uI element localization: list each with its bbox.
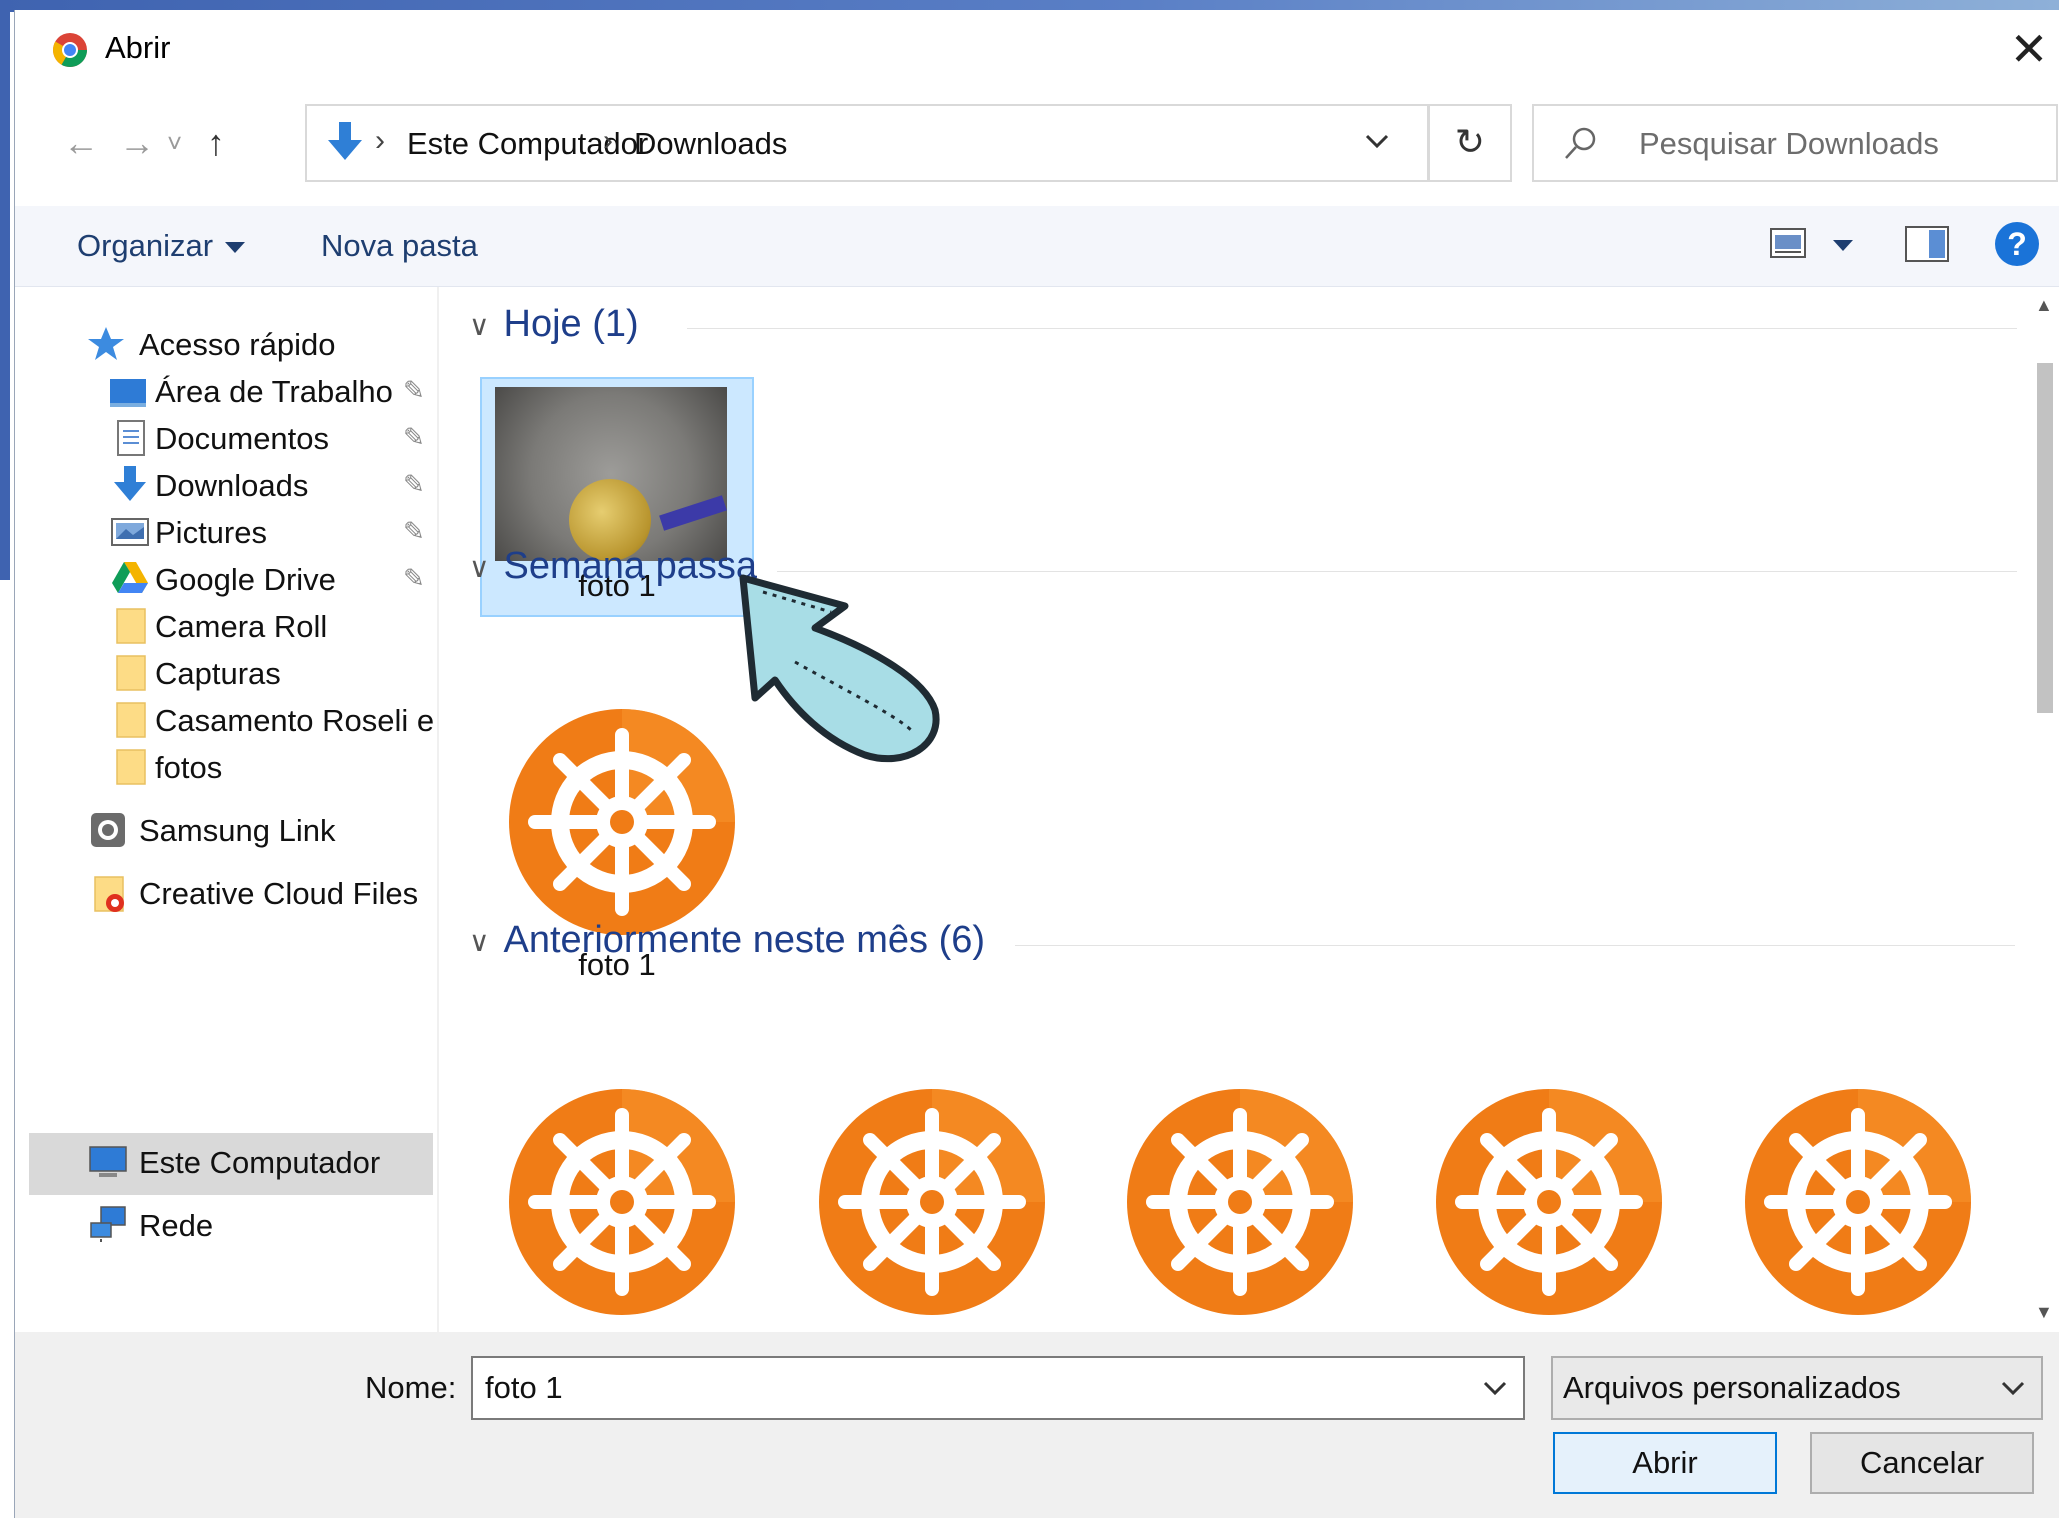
title-bar: Abrir ✕ [15, 10, 2059, 88]
chevron-down-icon[interactable] [1479, 1368, 1511, 1406]
file-type-filter-value: Arquivos personalizados [1563, 1370, 1901, 1405]
download-arrow-icon [328, 122, 362, 160]
preview-pane-icon[interactable] [1905, 226, 1949, 262]
group-divider [1015, 945, 2015, 946]
group-title: Hoje (1) [503, 303, 639, 345]
sidebar-item-samsung-link[interactable]: Samsung Link [139, 813, 335, 849]
helm-icon[interactable] [817, 1087, 1047, 1317]
creative-cloud-icon [94, 876, 124, 912]
pin-icon: ✎ [403, 563, 425, 593]
group-header-anteriormente[interactable]: ∨ Anteriormente neste mês (6) [469, 919, 985, 962]
sidebar-item-area-de-trabalho[interactable]: Área de Trabalho [155, 374, 393, 410]
bottom-bar: Nome: foto 1 Arquivos personalizados Abr… [15, 1332, 2059, 1518]
samsung-link-icon [91, 813, 125, 847]
collapse-chevron-icon: ∨ [469, 552, 490, 584]
sidebar-item-este-computador[interactable]: Este Computador [139, 1145, 380, 1181]
scroll-down-icon[interactable]: ▼ [2035, 1302, 2053, 1323]
forward-button[interactable]: → [119, 122, 155, 164]
organize-caret-icon [225, 242, 246, 254]
chevron-down-icon[interactable] [1997, 1368, 2029, 1406]
group-header-semana-passada[interactable]: ∨ Semana passa [469, 545, 757, 588]
vertical-scrollbar[interactable]: ▲ ▼ [2029, 287, 2059, 1332]
up-button[interactable]: ↑ [207, 122, 225, 164]
medal-ribbon [659, 495, 727, 531]
organize-label: Organizar [77, 228, 214, 263]
file-name-input[interactable]: foto 1 [471, 1356, 1525, 1420]
computer-icon [89, 1146, 127, 1177]
search-placeholder: Pesquisar Downloads [1639, 126, 1939, 161]
helm-icon[interactable] [1743, 1087, 1973, 1317]
group-divider [687, 328, 2017, 329]
folder-icon [116, 702, 146, 738]
pin-icon: ✎ [403, 516, 425, 546]
cancel-button[interactable]: Cancelar [1810, 1432, 2034, 1494]
star-icon [88, 327, 124, 360]
navigation-pane: Acesso rápido Área de Trabalho ✎ Documen… [15, 287, 435, 1332]
helm-icon[interactable] [507, 707, 737, 937]
open-file-dialog: Abrir ✕ ← → ˅ ↑ › Este Computador › Down… [14, 10, 2059, 1518]
window-title: Abrir [105, 30, 171, 65]
breadcrumb-separator: › [375, 124, 385, 157]
group-header-hoje[interactable]: ∨ Hoje (1) [469, 303, 639, 346]
address-dropdown-icon[interactable] [1357, 118, 1397, 164]
sidebar-item-quick-access[interactable]: Acesso rápido [139, 327, 335, 363]
sidebar-item-camera-roll[interactable]: Camera Roll [155, 609, 327, 645]
chrome-icon [53, 33, 87, 67]
group-title: Anteriormente neste mês (6) [503, 919, 986, 961]
search-box[interactable]: Pesquisar Downloads [1532, 104, 2058, 182]
sidebar-item-documentos[interactable]: Documentos [155, 421, 329, 457]
file-list: ∨Hoje (1) foto 1 ∨Semana passa foto 1 [439, 287, 2029, 1332]
helm-icon[interactable] [1125, 1087, 1355, 1317]
sidebar-item-capturas[interactable]: Capturas [155, 656, 281, 692]
group-title: Semana passa [503, 545, 758, 587]
change-view-icon[interactable] [1770, 228, 1806, 258]
new-folder-button[interactable]: Nova pasta [321, 228, 478, 264]
address-bar[interactable]: › Este Computador › Downloads [305, 104, 1429, 182]
helm-icon[interactable] [507, 1087, 737, 1317]
search-icon [1565, 127, 1596, 159]
desktop-icon [110, 379, 146, 407]
folder-icon [116, 749, 146, 785]
collapse-chevron-icon: ∨ [469, 926, 490, 958]
sidebar-item-casamento-roseli[interactable]: Casamento Roseli e [155, 703, 435, 739]
organize-button[interactable]: Organizar [77, 228, 246, 264]
scroll-up-icon[interactable]: ▲ [2035, 295, 2053, 316]
background-window-edge [0, 0, 10, 580]
collapse-chevron-icon: ∨ [469, 310, 490, 342]
sidebar-item-rede[interactable]: Rede [139, 1208, 213, 1244]
folder-icon [116, 655, 146, 691]
google-drive-icon [112, 562, 148, 593]
breadcrumb-downloads[interactable]: Downloads [634, 126, 787, 162]
sidebar-item-creative-cloud[interactable]: Creative Cloud Files [139, 876, 418, 912]
file-name-label: Nome: [365, 1370, 457, 1405]
back-button[interactable]: ← [63, 122, 99, 164]
helm-icon[interactable] [1434, 1087, 1664, 1317]
open-button[interactable]: Abrir [1553, 1432, 1777, 1494]
sidebar-item-downloads[interactable]: Downloads [155, 468, 308, 504]
folder-icon [116, 608, 146, 644]
pin-icon: ✎ [403, 422, 425, 452]
pictures-icon [111, 518, 149, 546]
sidebar-item-pictures[interactable]: Pictures [155, 515, 267, 551]
scroll-thumb[interactable] [2037, 363, 2053, 713]
sidebar-item-google-drive[interactable]: Google Drive [155, 562, 336, 598]
breadcrumb-separator: › [603, 124, 613, 157]
curved-pointer-arrow-icon [739, 574, 940, 763]
photo-thumbnail[interactable] [495, 387, 727, 561]
network-icon [90, 1206, 126, 1242]
pin-icon: ✎ [403, 375, 425, 405]
command-toolbar: Organizar Nova pasta ? [15, 206, 2059, 287]
help-icon[interactable]: ? [1995, 222, 2039, 266]
refresh-button[interactable]: ↻ [1428, 104, 1512, 182]
file-type-filter-select[interactable]: Arquivos personalizados [1551, 1356, 2043, 1420]
downloads-icon [114, 466, 146, 501]
close-button[interactable]: ✕ [2004, 24, 2054, 74]
file-name-value: foto 1 [485, 1370, 563, 1405]
recent-locations-button[interactable]: ˅ [167, 128, 182, 159]
documents-icon [117, 420, 145, 456]
sidebar-item-fotos[interactable]: fotos [155, 750, 222, 786]
pin-icon: ✎ [403, 469, 425, 499]
view-options-caret-icon[interactable] [1833, 240, 1853, 251]
